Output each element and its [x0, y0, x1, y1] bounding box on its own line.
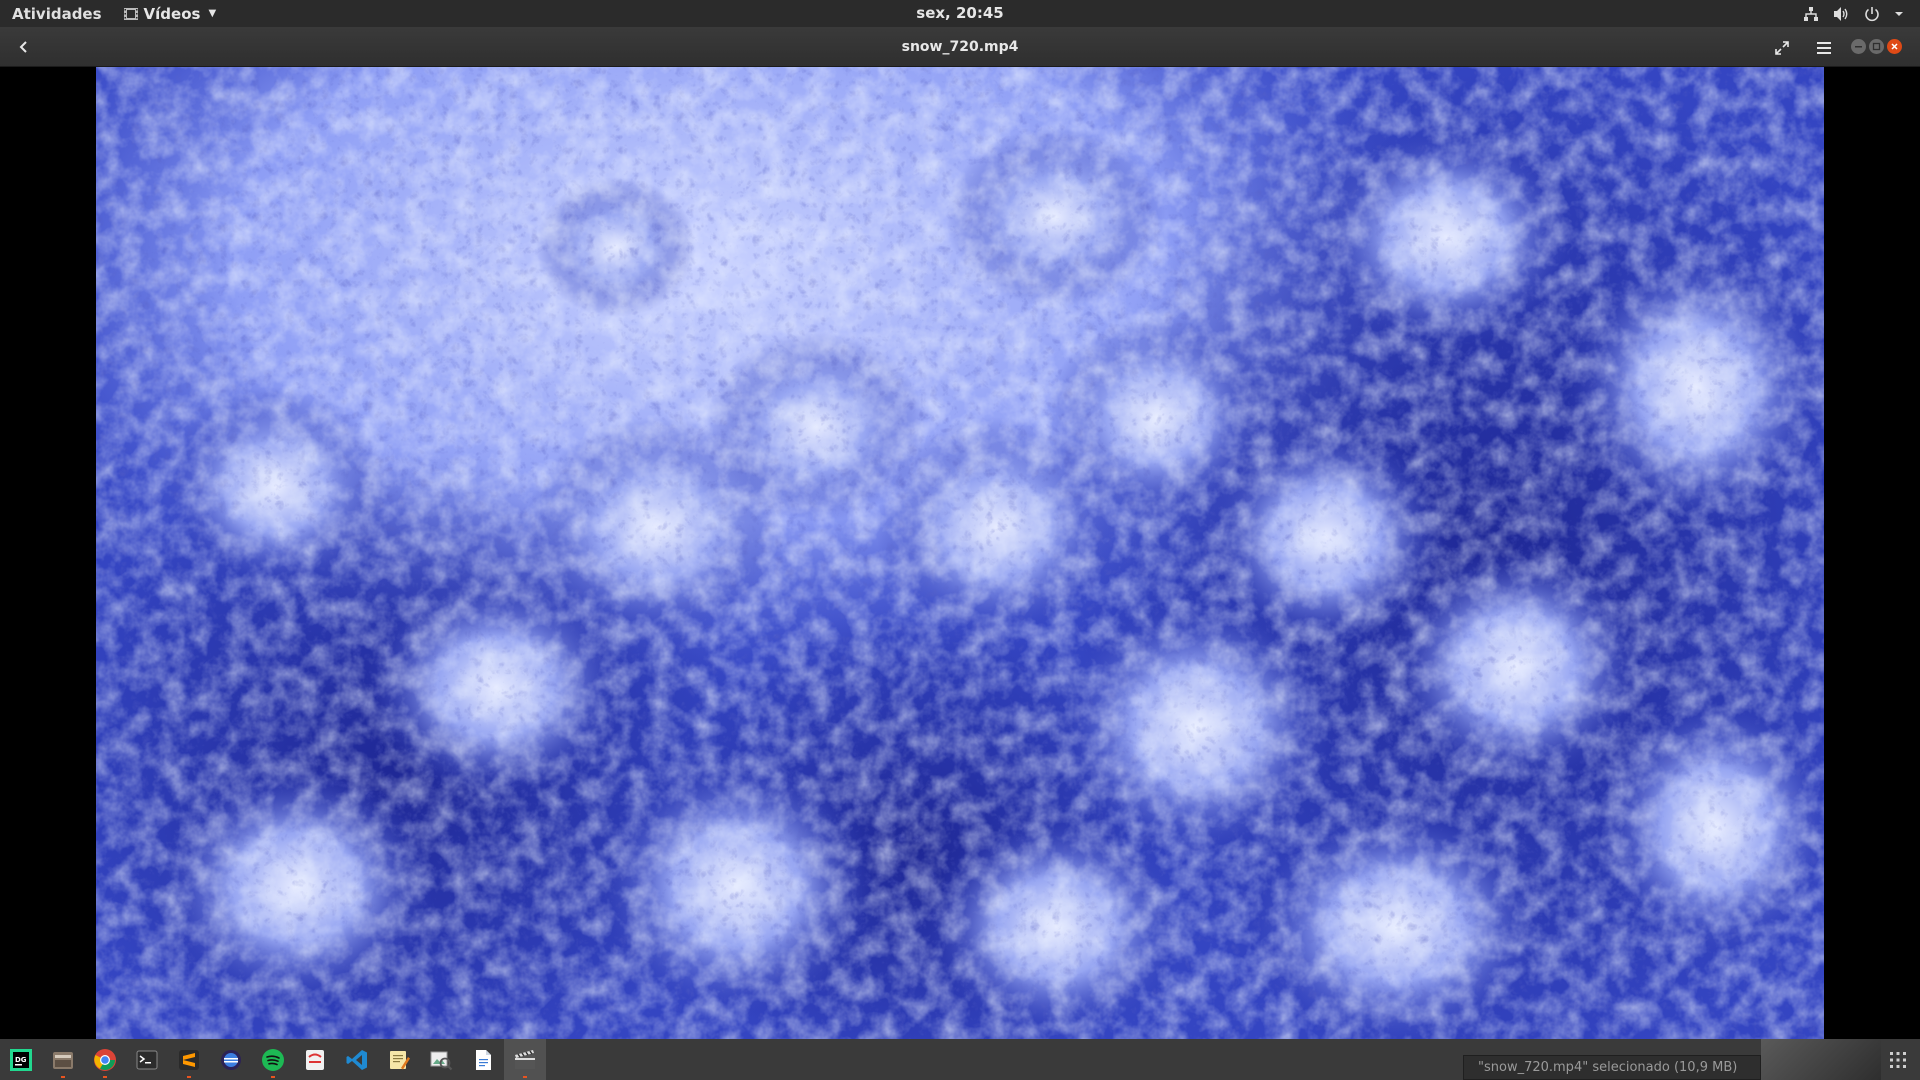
network-icon[interactable] [1803, 6, 1819, 22]
dock-item-document-viewer[interactable] [462, 1039, 504, 1080]
video-frame[interactable] [96, 67, 1824, 1039]
hamburger-menu-icon [1817, 42, 1831, 54]
volume-icon[interactable] [1833, 6, 1850, 22]
top-bar: Atividades Vídeos ▼ sex, 20:45 [0, 0, 1920, 27]
minimize-icon [1855, 46, 1862, 48]
video-snow-forest-image [96, 67, 1824, 1039]
menu-button[interactable] [1810, 35, 1838, 61]
close-icon [1891, 43, 1898, 50]
text-editor-icon [390, 1050, 410, 1069]
file-manager-icon [53, 1051, 73, 1069]
maximize-button[interactable] [1869, 39, 1884, 54]
dock-item-app[interactable] [294, 1039, 336, 1080]
app-icon [306, 1049, 324, 1070]
window-thumbnail[interactable] [1761, 1039, 1881, 1080]
video-player-area[interactable] [0, 67, 1920, 1039]
chrome-icon [94, 1048, 116, 1071]
eclipse-icon [221, 1049, 241, 1070]
film-icon [123, 7, 138, 20]
running-indicator [271, 1076, 275, 1078]
caret-down-icon: ▼ [208, 8, 217, 19]
running-indicator [103, 1076, 107, 1078]
dock-item-terminal[interactable] [126, 1039, 168, 1080]
window-controls [1851, 39, 1902, 54]
running-indicator [187, 1076, 191, 1078]
dock-item-datagrip[interactable]: DG [0, 1039, 42, 1080]
dock-item-eclipse[interactable] [210, 1039, 252, 1080]
window-title: snow_720.mp4 [901, 39, 1019, 55]
fullscreen-icon [1775, 41, 1789, 55]
power-icon[interactable] [1864, 6, 1880, 22]
datagrip-icon: DG [10, 1048, 32, 1071]
close-button[interactable] [1887, 39, 1902, 54]
system-tray[interactable] [1803, 0, 1904, 27]
window-header-bar: snow_720.mp4 [0, 27, 1920, 67]
svg-text:DG: DG [15, 1056, 27, 1064]
activities-button[interactable]: Atividades [0, 5, 116, 23]
show-applications-icon[interactable] [1888, 1050, 1908, 1070]
app-menu-label: Vídeos [143, 4, 201, 23]
dock-item-text-editor[interactable] [378, 1039, 420, 1080]
status-bar: "snow_720.mp4" selecionado (10,9 MB) [1463, 1055, 1761, 1080]
dock-item-image-viewer[interactable] [420, 1039, 462, 1080]
document-viewer-icon [476, 1049, 491, 1070]
sublime-text-icon [179, 1049, 199, 1070]
app-menu[interactable]: Vídeos ▼ [116, 5, 225, 23]
dock-item-videos[interactable] [504, 1039, 546, 1080]
chevron-down-icon[interactable] [1894, 6, 1904, 22]
maximize-icon [1872, 42, 1881, 51]
dock-item-chrome[interactable] [84, 1039, 126, 1080]
spotify-icon [262, 1048, 284, 1071]
vscode-icon [346, 1049, 367, 1070]
videos-icon [515, 1049, 535, 1069]
dock-item-vscode[interactable] [336, 1039, 378, 1080]
dock-item-sublime-text[interactable] [168, 1039, 210, 1080]
running-indicator [61, 1076, 65, 1078]
minimize-button[interactable] [1851, 39, 1866, 54]
dock-item-spotify[interactable] [252, 1039, 294, 1080]
fullscreen-button[interactable] [1768, 35, 1796, 61]
clock[interactable]: sex, 20:45 [0, 0, 1920, 27]
terminal-icon [136, 1050, 158, 1069]
dock-item-file-manager[interactable] [42, 1039, 84, 1080]
back-icon [19, 41, 27, 53]
running-indicator [523, 1076, 527, 1078]
back-button[interactable] [10, 34, 38, 60]
image-viewer-icon [430, 1051, 453, 1070]
